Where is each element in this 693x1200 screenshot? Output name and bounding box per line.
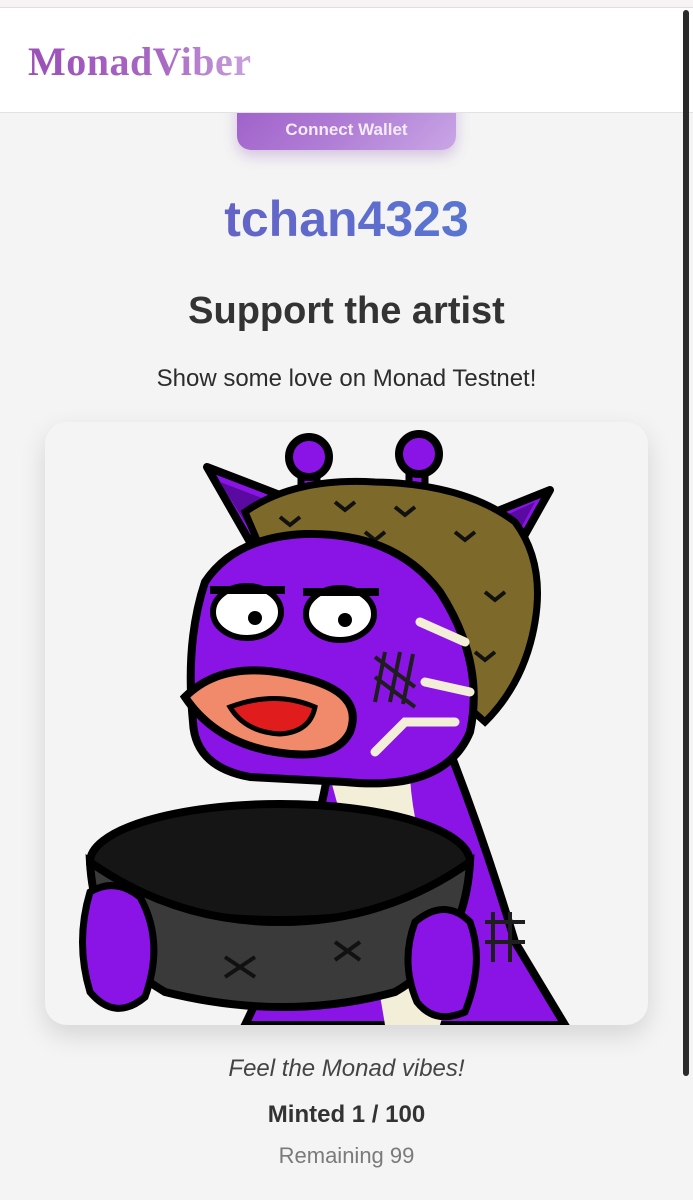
nft-image-card xyxy=(45,422,648,1025)
nft-tagline: Feel the Monad vibes! xyxy=(228,1055,465,1082)
support-subtitle: Show some love on Monad Testnet! xyxy=(156,365,537,392)
logo[interactable]: MonadViber xyxy=(28,38,252,85)
minted-count: Minted 1 / 100 xyxy=(267,1101,426,1128)
top-bar xyxy=(0,0,693,8)
support-title: Support the artist xyxy=(188,290,505,332)
remaining-count: Remaining 99 xyxy=(278,1143,415,1168)
scrollbar[interactable] xyxy=(683,10,689,1076)
site-header: MonadViber xyxy=(0,8,693,113)
artist-username: tchan4323 xyxy=(0,190,693,248)
giraffe-illustration-icon xyxy=(79,430,570,1025)
